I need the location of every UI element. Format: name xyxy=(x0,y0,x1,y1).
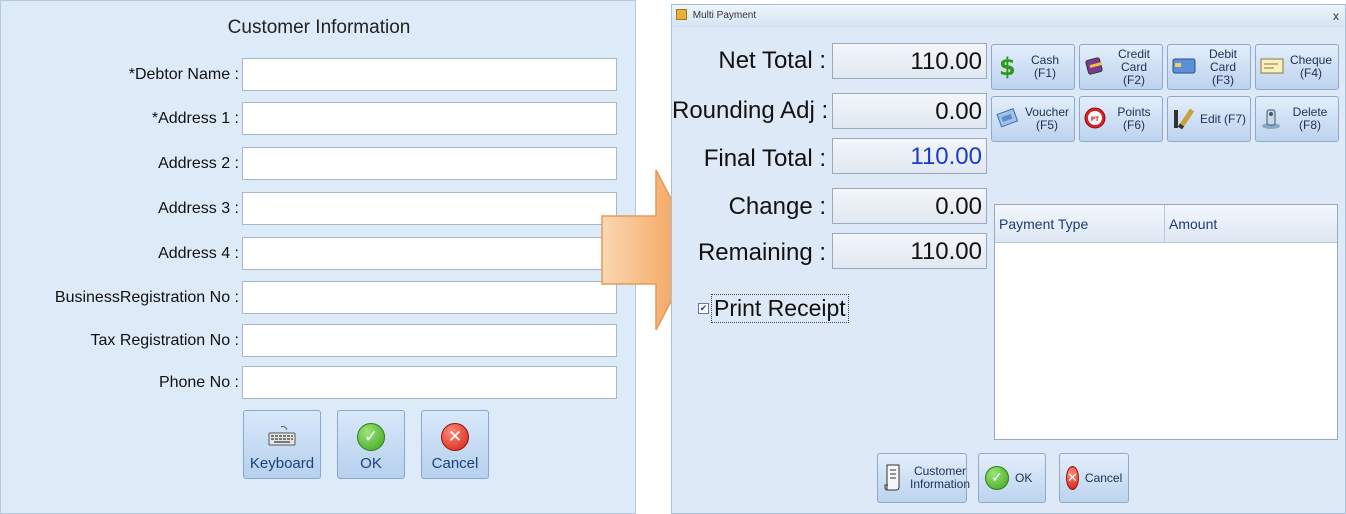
debtor-name-label: *Debtor Name : xyxy=(128,66,239,83)
field-address-3: Address 3 : xyxy=(1,192,637,226)
final-total-label: Final Total : xyxy=(703,145,826,172)
final-total-value: 110.00 xyxy=(832,138,987,174)
check-circle-icon: ✓ xyxy=(357,423,385,451)
svg-text:$: $ xyxy=(999,53,1016,79)
debit-card-icon xyxy=(1172,57,1196,78)
address-2-input[interactable] xyxy=(242,147,617,180)
window-titlebar: Multi Payment x xyxy=(672,5,1345,27)
document-icon xyxy=(884,463,904,494)
change-label: Change : xyxy=(728,193,826,220)
checkbox-check-icon[interactable]: ✔ xyxy=(698,303,709,314)
business-registration-label: BusinessRegistration No : xyxy=(54,289,239,306)
points-button[interactable]: PT Points (F6) xyxy=(1079,96,1163,142)
customer-information-label: Customer Information xyxy=(910,464,971,491)
grid-header: Payment Type Amount xyxy=(995,205,1337,243)
rounding-adj-label: Rounding Adj : xyxy=(672,97,829,124)
address-2-label: Address 2 : xyxy=(158,155,239,172)
field-tax-registration: Tax Registration No : xyxy=(1,324,637,358)
field-phone: Phone No : xyxy=(1,366,637,400)
payment-cancel-button[interactable]: ✕ Cancel xyxy=(1059,453,1129,503)
svg-text:PT: PT xyxy=(1091,116,1100,123)
dollar-icon: $ xyxy=(996,53,1016,82)
address-4-input[interactable] xyxy=(242,237,617,270)
voucher-label: Voucher (F5) xyxy=(1024,105,1070,132)
address-1-label: *Address 1 : xyxy=(151,110,239,127)
field-address-2: Address 2 : xyxy=(1,147,637,181)
print-receipt-label: Print Receipt xyxy=(711,294,849,323)
credit-card-button[interactable]: Credit Card (F2) xyxy=(1079,44,1163,90)
debtor-name-input[interactable] xyxy=(242,58,617,91)
cancel-button[interactable]: ✕ Cancel xyxy=(421,410,489,479)
window-title: Multi Payment xyxy=(692,10,757,21)
panel-title: Customer Information xyxy=(227,17,411,38)
rounding-adj-value: 0.00 xyxy=(832,93,987,129)
remaining-value: 110.00 xyxy=(832,233,987,269)
field-address-1: *Address 1 : xyxy=(1,102,637,136)
debit-card-label: Debit Card (F3) xyxy=(1208,46,1237,87)
tax-registration-input[interactable] xyxy=(242,324,617,357)
address-3-input[interactable] xyxy=(242,192,617,225)
address-1-input[interactable] xyxy=(242,102,617,135)
payment-cancel-label: Cancel xyxy=(1084,470,1123,485)
cancel-button-label: Cancel xyxy=(431,455,479,472)
phone-input[interactable] xyxy=(242,366,617,399)
column-amount[interactable]: Amount xyxy=(1165,205,1217,242)
field-address-4: Address 4 : xyxy=(1,237,637,271)
column-payment-type[interactable]: Payment Type xyxy=(995,205,1165,242)
credit-card-label: Credit Card (F2) xyxy=(1117,46,1150,87)
change-value: 0.00 xyxy=(832,188,987,224)
customer-info-panel: Customer Information *Debtor Name : *Add… xyxy=(0,0,636,514)
cheque-icon xyxy=(1260,57,1284,78)
tax-registration-label: Tax Registration No : xyxy=(90,332,239,349)
phone-label: Phone No : xyxy=(158,374,239,391)
voucher-button[interactable]: Voucher (F5) xyxy=(991,96,1075,142)
close-button[interactable]: x xyxy=(1333,5,1339,27)
app-icon xyxy=(676,9,687,20)
remaining-label: Remaining : xyxy=(697,239,826,266)
x-circle-icon: ✕ xyxy=(1066,466,1079,490)
x-circle-icon: ✕ xyxy=(441,423,469,451)
net-total-value: 110.00 xyxy=(832,43,987,79)
ok-button[interactable]: ✓ OK xyxy=(337,410,405,479)
delete-button[interactable]: Delete (F8) xyxy=(1255,96,1339,142)
multi-payment-window: Multi Payment x Net Total : 110.00 Round… xyxy=(671,4,1346,514)
delete-icon xyxy=(1260,106,1282,133)
customer-information-button[interactable]: Customer Information xyxy=(877,453,971,503)
payment-ok-label: OK xyxy=(1015,470,1033,485)
cash-label: Cash (F1) xyxy=(1030,53,1059,80)
payment-ok-button[interactable]: ✓ OK xyxy=(978,453,1046,503)
address-3-label: Address 3 : xyxy=(158,200,239,217)
print-receipt-checkbox[interactable]: ✔ Print Receipt xyxy=(698,294,849,323)
points-icon: PT xyxy=(1084,107,1106,132)
field-debtor-name: *Debtor Name : xyxy=(1,58,637,92)
credit-card-icon xyxy=(1084,55,1106,80)
ok-button-label: OK xyxy=(360,455,382,472)
voucher-icon xyxy=(996,106,1020,133)
edit-button[interactable]: Edit (F7) xyxy=(1167,96,1251,142)
delete-label: Delete (F8) xyxy=(1292,105,1328,132)
keyboard-button-label: Keyboard xyxy=(249,455,315,472)
address-4-label: Address 4 : xyxy=(158,245,239,262)
payment-grid[interactable]: Payment Type Amount xyxy=(994,204,1338,440)
debit-card-button[interactable]: Debit Card (F3) xyxy=(1167,44,1251,90)
business-registration-input[interactable] xyxy=(242,281,617,314)
cheque-label: Cheque (F4) xyxy=(1289,53,1333,80)
points-label: Points (F6) xyxy=(1117,105,1151,132)
field-business-registration: BusinessRegistration No : xyxy=(1,281,637,315)
edit-icon xyxy=(1172,106,1196,133)
edit-label: Edit (F7) xyxy=(1200,111,1247,126)
check-circle-icon: ✓ xyxy=(985,466,1009,490)
keyboard-icon xyxy=(267,425,297,451)
cheque-button[interactable]: Cheque (F4) xyxy=(1255,44,1339,90)
cash-button[interactable]: $ Cash (F1) xyxy=(991,44,1075,90)
net-total-label: Net Total : xyxy=(718,47,826,74)
keyboard-button[interactable]: Keyboard xyxy=(243,410,321,479)
